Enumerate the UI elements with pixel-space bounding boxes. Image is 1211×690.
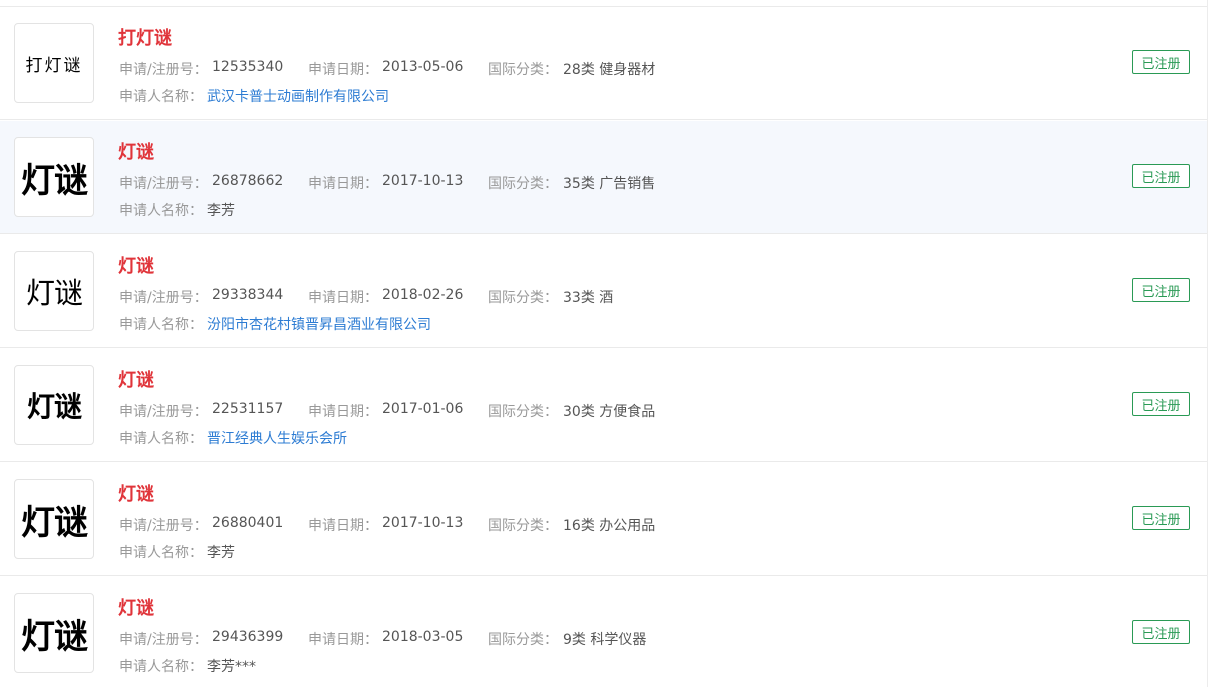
applicant-label: 申请人名称：	[119, 89, 203, 105]
reg-no-label: 申请/注册号：	[119, 290, 208, 306]
reg-no-value: 12535340	[212, 59, 284, 75]
reg-no-value: 29338344	[212, 287, 284, 303]
reg-no-value: 22531157	[212, 401, 284, 417]
trademark-name[interactable]: 灯谜	[118, 138, 154, 164]
trademark-name[interactable]: 灯谜	[118, 480, 154, 506]
reg-no-label: 申请/注册号：	[119, 518, 208, 534]
status-badge: 已注册	[1132, 50, 1190, 74]
reg-no-value: 26880401	[212, 515, 284, 531]
trademark-list: 打灯谜 打灯谜 申请/注册号： 12535340 申请日期： 2013-05-0…	[0, 0, 1208, 687]
date-value: 2018-02-26	[382, 287, 464, 303]
trademark-name[interactable]: 灯谜	[118, 594, 154, 620]
reg-no-label: 申请/注册号：	[119, 176, 208, 192]
date-label: 申请日期：	[308, 290, 378, 306]
status-badge: 已注册	[1132, 164, 1190, 188]
trademark-logo[interactable]: 打灯谜	[14, 23, 94, 103]
status-badge: 已注册	[1132, 620, 1190, 644]
date-label: 申请日期：	[308, 62, 378, 78]
class-value: 35类 广告销售	[563, 176, 656, 192]
class-label: 国际分类：	[488, 404, 558, 420]
date-label: 申请日期：	[308, 176, 378, 192]
trademark-logo[interactable]: 灯谜	[14, 137, 94, 217]
class-label: 国际分类：	[488, 290, 558, 306]
trademark-item[interactable]: 灯谜 灯谜 申请/注册号： 26880401 申请日期： 2017-10-13 …	[0, 463, 1207, 576]
date-value: 2017-10-13	[382, 515, 464, 531]
class-value: 30类 方便食品	[563, 404, 656, 420]
applicant-label: 申请人名称：	[119, 203, 203, 219]
date-value: 2017-10-13	[382, 173, 464, 189]
reg-no-value: 26878662	[212, 173, 284, 189]
applicant-label: 申请人名称：	[119, 317, 203, 333]
trademark-logo[interactable]: 灯谜	[14, 251, 94, 331]
status-badge: 已注册	[1132, 506, 1190, 530]
trademark-name[interactable]: 灯谜	[118, 366, 154, 392]
trademark-logo[interactable]: 灯谜	[14, 365, 94, 445]
trademark-logo[interactable]: 灯谜	[14, 593, 94, 673]
reg-no-label: 申请/注册号：	[119, 62, 208, 78]
trademark-item[interactable]: 灯谜 灯谜 申请/注册号： 22531157 申请日期： 2017-01-06 …	[0, 349, 1207, 462]
trademark-item[interactable]: 灯谜 灯谜 申请/注册号： 26878662 申请日期： 2017-10-13 …	[0, 121, 1207, 234]
class-value: 9类 科学仪器	[563, 632, 647, 648]
status-badge: 已注册	[1132, 278, 1190, 302]
applicant-value: 李芳	[207, 545, 235, 561]
applicant-link[interactable]: 武汉卡普士动画制作有限公司	[207, 86, 389, 106]
date-label: 申请日期：	[308, 518, 378, 534]
applicant-label: 申请人名称：	[119, 545, 203, 561]
class-label: 国际分类：	[488, 62, 558, 78]
trademark-name[interactable]: 打灯谜	[118, 24, 172, 50]
status-badge: 已注册	[1132, 392, 1190, 416]
date-label: 申请日期：	[308, 632, 378, 648]
applicant-value: 李芳	[207, 203, 235, 219]
date-value: 2018-03-05	[382, 629, 464, 645]
date-value: 2013-05-06	[382, 59, 464, 75]
applicant-link[interactable]: 汾阳市杏花村镇晋昇昌酒业有限公司	[207, 314, 431, 334]
class-label: 国际分类：	[488, 518, 558, 534]
class-label: 国际分类：	[488, 176, 558, 192]
class-label: 国际分类：	[488, 632, 558, 648]
applicant-link[interactable]: 晋江经典人生娱乐会所	[207, 428, 347, 448]
applicant-value: 李芳***	[207, 659, 256, 675]
trademark-item[interactable]: 打灯谜 打灯谜 申请/注册号： 12535340 申请日期： 2013-05-0…	[0, 7, 1207, 120]
reg-no-label: 申请/注册号：	[119, 404, 208, 420]
trademark-item[interactable]: 灯谜 灯谜 申请/注册号： 29436399 申请日期： 2018-03-05 …	[0, 577, 1207, 690]
trademark-name[interactable]: 灯谜	[118, 252, 154, 278]
trademark-item[interactable]: 灯谜 灯谜 申请/注册号： 29338344 申请日期： 2018-02-26 …	[0, 235, 1207, 348]
class-value: 16类 办公用品	[563, 518, 656, 534]
reg-no-label: 申请/注册号：	[119, 632, 208, 648]
class-value: 28类 健身器材	[563, 62, 656, 78]
date-value: 2017-01-06	[382, 401, 464, 417]
reg-no-value: 29436399	[212, 629, 284, 645]
applicant-label: 申请人名称：	[119, 659, 203, 675]
applicant-label: 申请人名称：	[119, 431, 203, 447]
trademark-logo[interactable]: 灯谜	[14, 479, 94, 559]
class-value: 33类 酒	[563, 290, 614, 306]
date-label: 申请日期：	[308, 404, 378, 420]
